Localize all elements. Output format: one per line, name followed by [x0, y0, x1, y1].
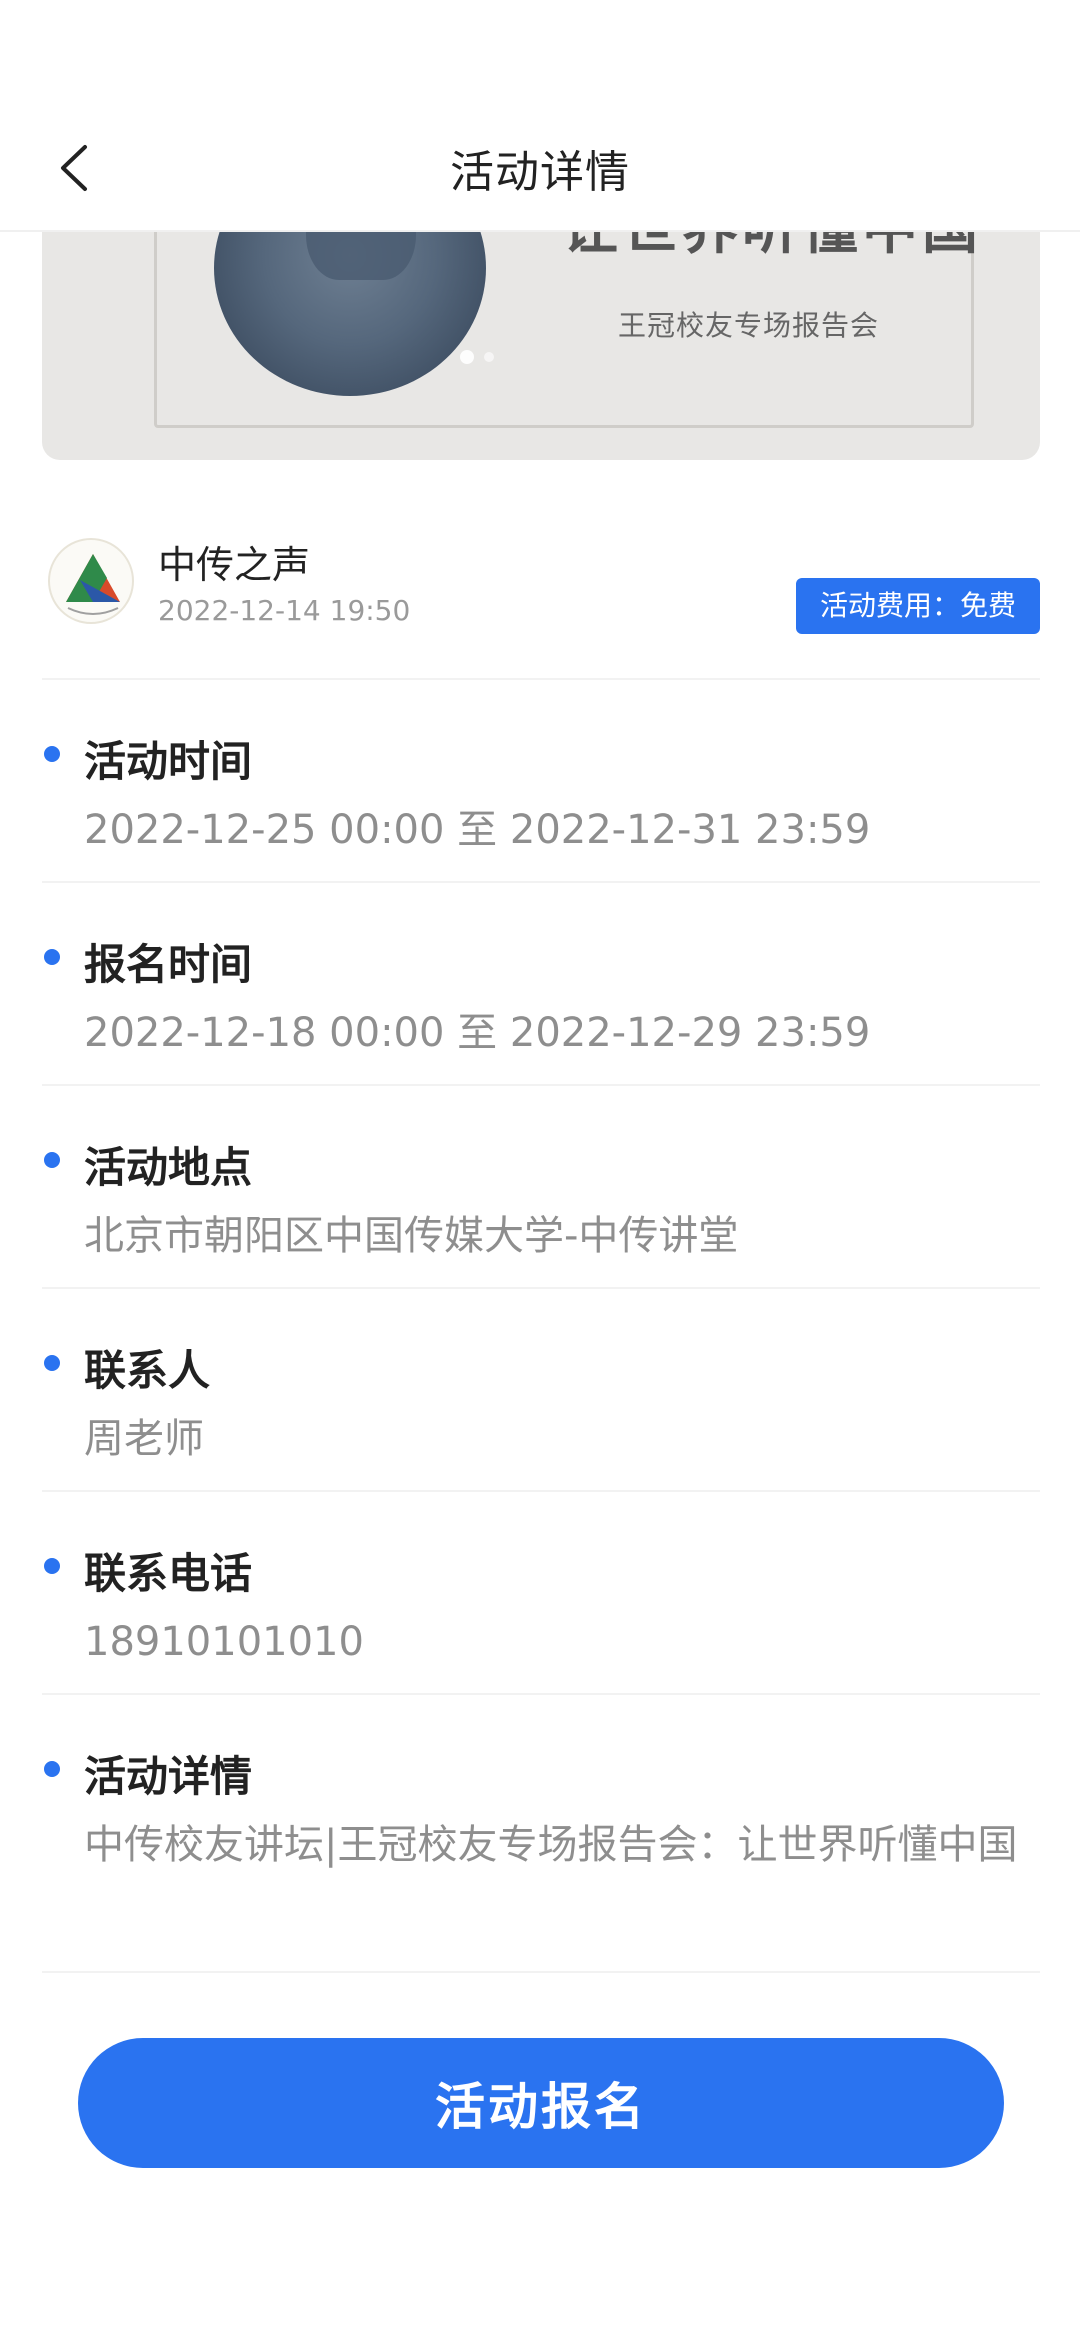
page-title: 活动详情 — [450, 147, 630, 198]
info-label: 活动时间 — [84, 737, 253, 786]
info-item-signup-time: 报名时间 2022-12-18 00:00 至 2022-12-29 23:59 — [42, 883, 1040, 1086]
bullet-dot-icon — [44, 1152, 60, 1168]
info-list: 活动时间 2022-12-25 00:00 至 2022-12-31 23:59… — [42, 680, 1040, 1973]
publisher-row: 中传之声 2022-12-14 19:50 活动费用：免费 — [42, 530, 1040, 680]
activity-detail-page: 让世界听懂中国 王冠校友专场报告会 活动详情 中传之声 2022-12-14 1… — [0, 0, 1080, 2327]
info-label: 活动详情 — [84, 1752, 253, 1801]
nav-header: 活动详情 — [0, 0, 1080, 232]
info-item-location: 活动地点 北京市朝阳区中国传媒大学-中传讲堂 — [42, 1086, 1040, 1289]
banner-subtitle: 王冠校友专场报告会 — [618, 309, 880, 342]
bullet-dot-icon — [44, 1761, 60, 1777]
carousel-indicator — [460, 350, 494, 364]
info-label: 报名时间 — [84, 940, 253, 989]
info-item-phone: 联系电话 18910101010 — [42, 1492, 1040, 1695]
fee-badge: 活动费用：免费 — [795, 578, 1040, 634]
info-item-activity-time: 活动时间 2022-12-25 00:00 至 2022-12-31 23:59 — [42, 680, 1040, 883]
bullet-dot-icon — [44, 746, 60, 762]
bullet-dot-icon — [44, 949, 60, 965]
info-item-details: 活动详情 中传校友讲坛|王冠校友专场报告会：让世界听懂中国 — [42, 1695, 1040, 1973]
bullet-dot-icon — [44, 1355, 60, 1371]
info-value: 2022-12-25 00:00 至 2022-12-31 23:59 — [84, 807, 871, 853]
info-value: 2022-12-18 00:00 至 2022-12-29 23:59 — [84, 1010, 871, 1056]
info-value: 中传校友讲坛|王冠校友专场报告会：让世界听懂中国 — [84, 1822, 1018, 1868]
info-label: 联系人 — [84, 1346, 211, 1395]
info-label: 活动地点 — [84, 1143, 253, 1192]
phone-number-link[interactable]: 18910101010 — [84, 1609, 1040, 1675]
signup-button[interactable]: 活动报名 — [78, 2038, 1004, 2168]
publisher-name: 中传之声 — [158, 543, 311, 587]
info-value: 周老师 — [84, 1416, 204, 1462]
publish-time: 2022-12-14 19:50 — [158, 594, 411, 627]
bullet-dot-icon — [44, 1558, 60, 1574]
carousel-dot-active — [460, 350, 474, 364]
activity-banner[interactable]: 让世界听懂中国 王冠校友专场报告会 — [42, 200, 1040, 460]
triangle-logo-icon — [66, 554, 120, 615]
publisher-logo[interactable] — [48, 538, 134, 624]
info-item-contact: 联系人 周老师 — [42, 1289, 1040, 1492]
carousel-dot — [484, 352, 494, 362]
info-label: 联系电话 — [84, 1549, 253, 1598]
info-value: 北京市朝阳区中国传媒大学-中传讲堂 — [84, 1213, 739, 1259]
